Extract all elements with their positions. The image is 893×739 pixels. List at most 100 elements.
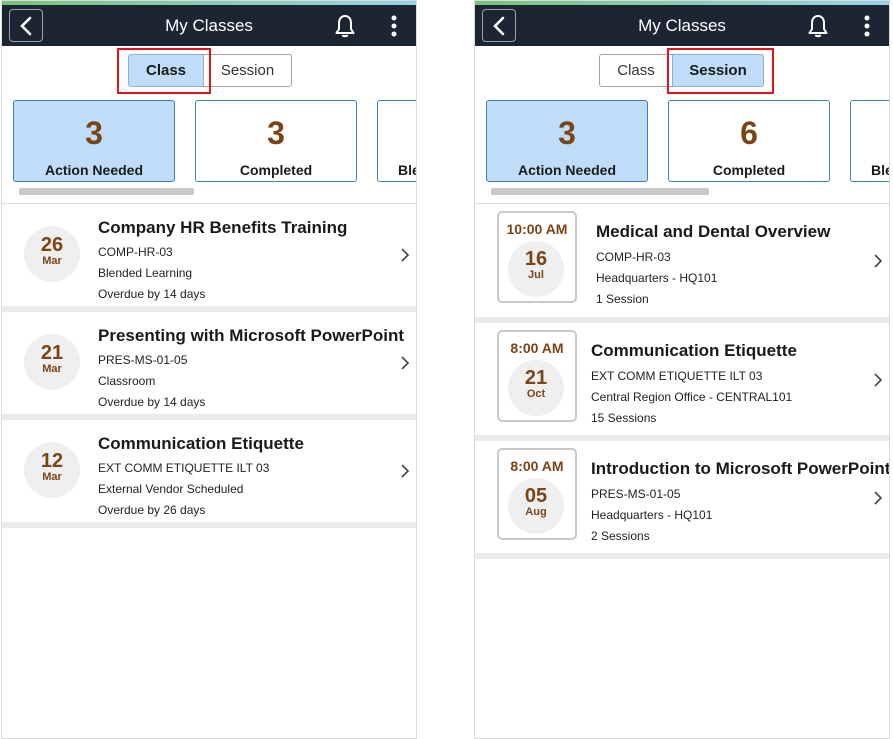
date-month: Mar	[42, 471, 62, 483]
app-header: My Classes	[475, 5, 889, 46]
session-time-badge: 8:00 AM 05 Aug	[497, 448, 577, 540]
view-segmented-control: Class Session	[599, 54, 764, 87]
chevron-right-icon	[874, 491, 883, 505]
tile-count: 3	[267, 115, 285, 151]
app-header: My Classes	[2, 5, 416, 46]
more-options-icon[interactable]	[390, 15, 398, 37]
chevron-right-icon	[874, 254, 883, 268]
segment-class-button[interactable]: Class	[128, 54, 204, 87]
session-time: 10:00 AM	[506, 221, 568, 237]
list-item[interactable]: 8:00 AM 05 Aug Introduction to Microsoft…	[475, 441, 889, 559]
chevron-right-icon	[874, 373, 883, 387]
chevron-right-icon	[401, 248, 410, 262]
item-code: PRES-MS-01-05	[98, 353, 188, 367]
tile-label: Ble	[871, 162, 889, 178]
date-day: 21	[524, 367, 548, 389]
item-type: Blended Learning	[98, 266, 193, 280]
date-day: 05	[524, 485, 548, 507]
date-day: 16	[524, 248, 548, 270]
tiles-scrollbar[interactable]	[19, 188, 194, 195]
tile-blended[interactable]: Ble	[850, 100, 889, 182]
item-code: COMP-HR-03	[596, 250, 671, 264]
bell-icon[interactable]	[334, 14, 356, 38]
item-title: Presenting with Microsoft PowerPoint	[98, 326, 405, 345]
segment-session-button[interactable]: Session	[204, 54, 292, 87]
chevron-right-icon	[401, 356, 410, 370]
tile-label: Action Needed	[517, 162, 616, 178]
date-month: Oct	[526, 388, 546, 400]
session-time-badge: 10:00 AM 16 Jul	[497, 211, 577, 303]
date-badge: 21 Mar	[24, 334, 80, 390]
item-title: Medical and Dental Overview	[596, 222, 831, 241]
chevron-right-icon	[401, 464, 410, 478]
date-month: Aug	[525, 506, 547, 518]
item-location: Headquarters - HQ101	[591, 508, 713, 522]
tile-label: Completed	[712, 162, 786, 178]
item-sessions: 2 Sessions	[591, 529, 650, 543]
date-badge: 05 Aug	[508, 478, 564, 534]
back-button[interactable]	[9, 9, 43, 42]
segment-class-button[interactable]: Class	[599, 54, 673, 87]
date-badge: 21 Oct	[508, 360, 564, 416]
date-day: 12	[40, 450, 64, 472]
tile-completed[interactable]: 6 Completed	[668, 100, 830, 182]
session-time: 8:00 AM	[510, 340, 564, 356]
item-code: COMP-HR-03	[98, 245, 173, 259]
tile-count: 3	[85, 115, 103, 151]
date-month: Mar	[42, 255, 62, 267]
tile-blended[interactable]: Ble	[377, 100, 416, 182]
item-title: Introduction to Microsoft PowerPoint	[591, 459, 890, 478]
tile-count: 6	[740, 115, 758, 151]
date-badge: 16 Jul	[508, 241, 564, 297]
tiles-scrollbar[interactable]	[491, 188, 709, 195]
tile-label: Ble	[398, 162, 416, 178]
item-location: Central Region Office - CENTRAL101	[591, 390, 793, 404]
item-location: Headquarters - HQ101	[596, 271, 718, 285]
segment-session-button[interactable]: Session	[672, 54, 764, 87]
list-item[interactable]: 21 Mar Presenting with Microsoft PowerPo…	[2, 312, 416, 420]
date-badge: 12 Mar	[24, 442, 80, 498]
item-title: Communication Etiquette	[98, 434, 304, 453]
item-status: Overdue by 26 days	[98, 503, 206, 517]
item-sessions: 1 Session	[596, 292, 649, 306]
tile-completed[interactable]: 3 Completed	[195, 100, 357, 182]
date-month: Jul	[528, 269, 544, 281]
item-title: Communication Etiquette	[591, 341, 797, 360]
tile-action-needed[interactable]: 3 Action Needed	[486, 100, 648, 182]
bell-icon[interactable]	[807, 14, 829, 38]
status-tiles: 3 Action Needed 3 Completed Ble	[13, 100, 416, 182]
item-code: PRES-MS-01-05	[591, 487, 681, 501]
item-status: Overdue by 14 days	[98, 395, 206, 409]
back-button[interactable]	[482, 9, 516, 42]
session-view-panel: My Classes Class Session 3 Action Needed…	[474, 0, 890, 739]
list-item[interactable]: 10:00 AM 16 Jul Medical and Dental Overv…	[475, 204, 889, 323]
item-title: Company HR Benefits Training	[98, 218, 348, 237]
item-type: Classroom	[98, 374, 156, 388]
tile-action-needed[interactable]: 3 Action Needed	[13, 100, 175, 182]
session-time-badge: 8:00 AM 21 Oct	[497, 330, 577, 422]
item-code: EXT COMM ETIQUETTE ILT 03	[98, 461, 270, 475]
date-month: Mar	[42, 363, 62, 375]
item-status: Overdue by 14 days	[98, 287, 206, 301]
list-item[interactable]: 8:00 AM 21 Oct Communication Etiquette E…	[475, 323, 889, 441]
list-item[interactable]: 12 Mar Communication Etiquette EXT COMM …	[2, 420, 416, 528]
class-view-panel: My Classes Class Session 3 Action Needed…	[1, 0, 417, 739]
session-list: 10:00 AM 16 Jul Medical and Dental Overv…	[475, 203, 889, 559]
tile-label: Completed	[239, 162, 313, 178]
list-item[interactable]: 26 Mar Company HR Benefits Training COMP…	[2, 204, 416, 312]
item-type: External Vendor Scheduled	[98, 482, 244, 496]
tile-label: Action Needed	[44, 162, 143, 178]
date-badge: 26 Mar	[24, 226, 80, 282]
status-tiles: 3 Action Needed 6 Completed Ble	[486, 100, 889, 182]
view-segmented-control: Class Session	[128, 54, 292, 87]
tile-count: 3	[558, 115, 576, 151]
date-day: 21	[40, 342, 64, 364]
chevron-left-icon	[493, 16, 505, 35]
session-time: 8:00 AM	[510, 458, 564, 474]
class-list: 26 Mar Company HR Benefits Training COMP…	[2, 203, 416, 528]
item-sessions: 15 Sessions	[591, 411, 657, 425]
date-day: 26	[40, 234, 64, 256]
item-code: EXT COMM ETIQUETTE ILT 03	[591, 369, 763, 383]
chevron-left-icon	[20, 16, 32, 35]
more-options-icon[interactable]	[863, 15, 871, 37]
